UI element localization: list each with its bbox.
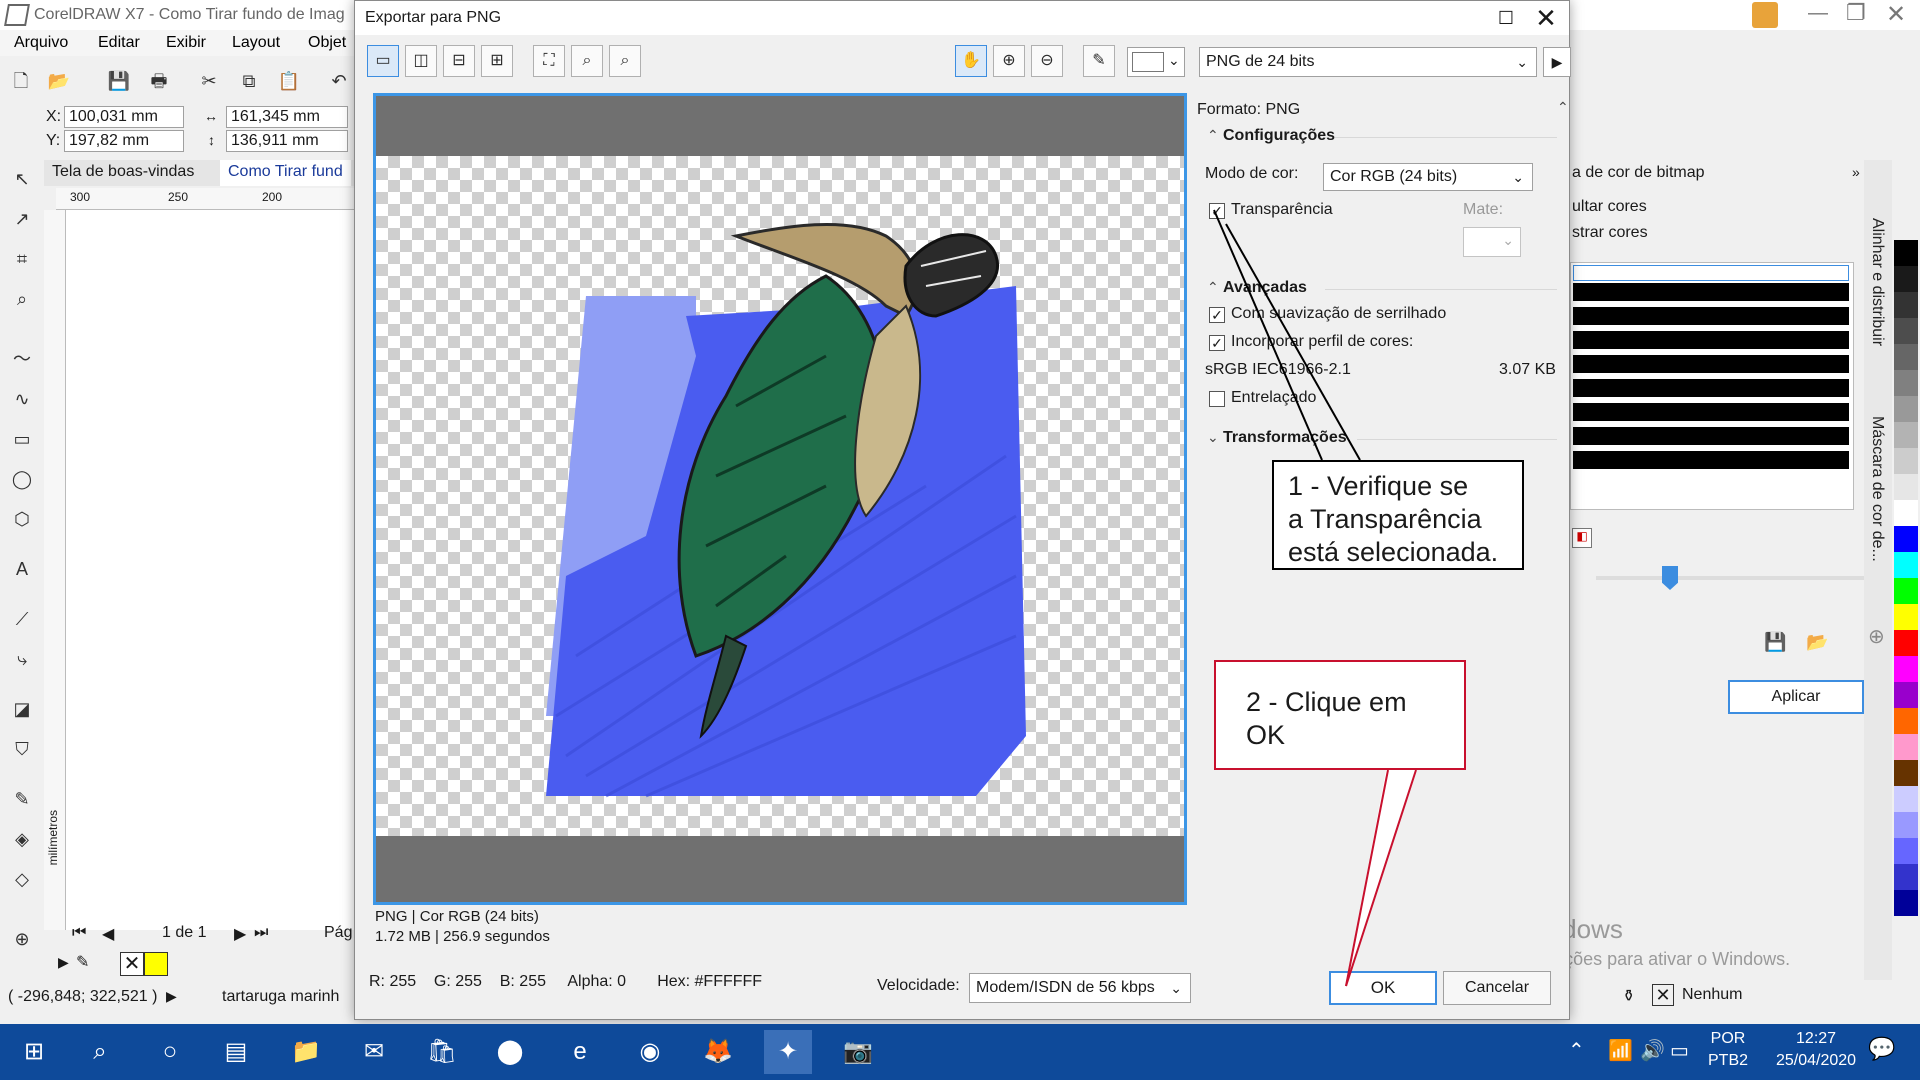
language-code: POR: [1710, 1030, 1746, 1047]
battery-icon[interactable]: ▭: [1670, 1038, 1689, 1063]
callout-step2-text: 2 - Clique em OK: [1246, 687, 1407, 750]
callout-step1-text: 1 - Verifique se a Transparência está se…: [1288, 471, 1499, 567]
volume-icon[interactable]: 🔊: [1640, 1038, 1665, 1063]
clock-time: 12:27: [1796, 1030, 1837, 1047]
screenshot-app-icon[interactable]: 📷: [834, 1030, 882, 1074]
start-windows-icon[interactable]: ⊞: [10, 1030, 58, 1074]
network-icon[interactable]: 📶: [1608, 1038, 1633, 1063]
clock[interactable]: 12:27 25/04/2020: [1776, 1028, 1856, 1072]
keyboard-layout: PTB2: [1708, 1052, 1749, 1069]
clock-date: 25/04/2020: [1776, 1052, 1857, 1069]
windows-taskbar: ⊞ ⌕ ○ ▤ 📁 ✉ 🛍 ⬤ e ◉ 🦊 ✦ 📷 ⌃ 📶 🔊 ▭ POR PT…: [0, 1024, 1920, 1080]
chrome-icon[interactable]: ◉: [626, 1030, 674, 1074]
language-indicator[interactable]: POR PTB2: [1708, 1028, 1748, 1072]
callout1-pointer: [1213, 209, 1323, 461]
file-explorer-icon[interactable]: 📁: [282, 1030, 330, 1074]
search-icon[interactable]: ⌕: [76, 1030, 124, 1074]
notifications-icon[interactable]: 💬: [1868, 1036, 1895, 1062]
store-icon[interactable]: 🛍: [418, 1030, 466, 1074]
callout-box: 1 - Verifique se a Transparência está se…: [1272, 460, 1524, 570]
callout1-pointer: [1225, 223, 1361, 461]
app-green-icon[interactable]: ⬤: [486, 1030, 534, 1074]
mail-icon[interactable]: ✉: [350, 1030, 398, 1074]
firefox-icon[interactable]: 🦊: [694, 1030, 742, 1074]
callout-step1: 1 - Verifique se a Transparência está se…: [1272, 460, 1752, 570]
tray-chevron-icon[interactable]: ⌃: [1568, 1038, 1585, 1063]
coreldraw-taskbar-icon[interactable]: ✦: [764, 1030, 812, 1074]
callout-step2: 2 - Clique em OK: [1214, 660, 1466, 770]
edge-icon[interactable]: e: [556, 1030, 604, 1074]
task-view-icon[interactable]: ▤: [212, 1030, 260, 1074]
cortana-icon[interactable]: ○: [146, 1030, 194, 1074]
